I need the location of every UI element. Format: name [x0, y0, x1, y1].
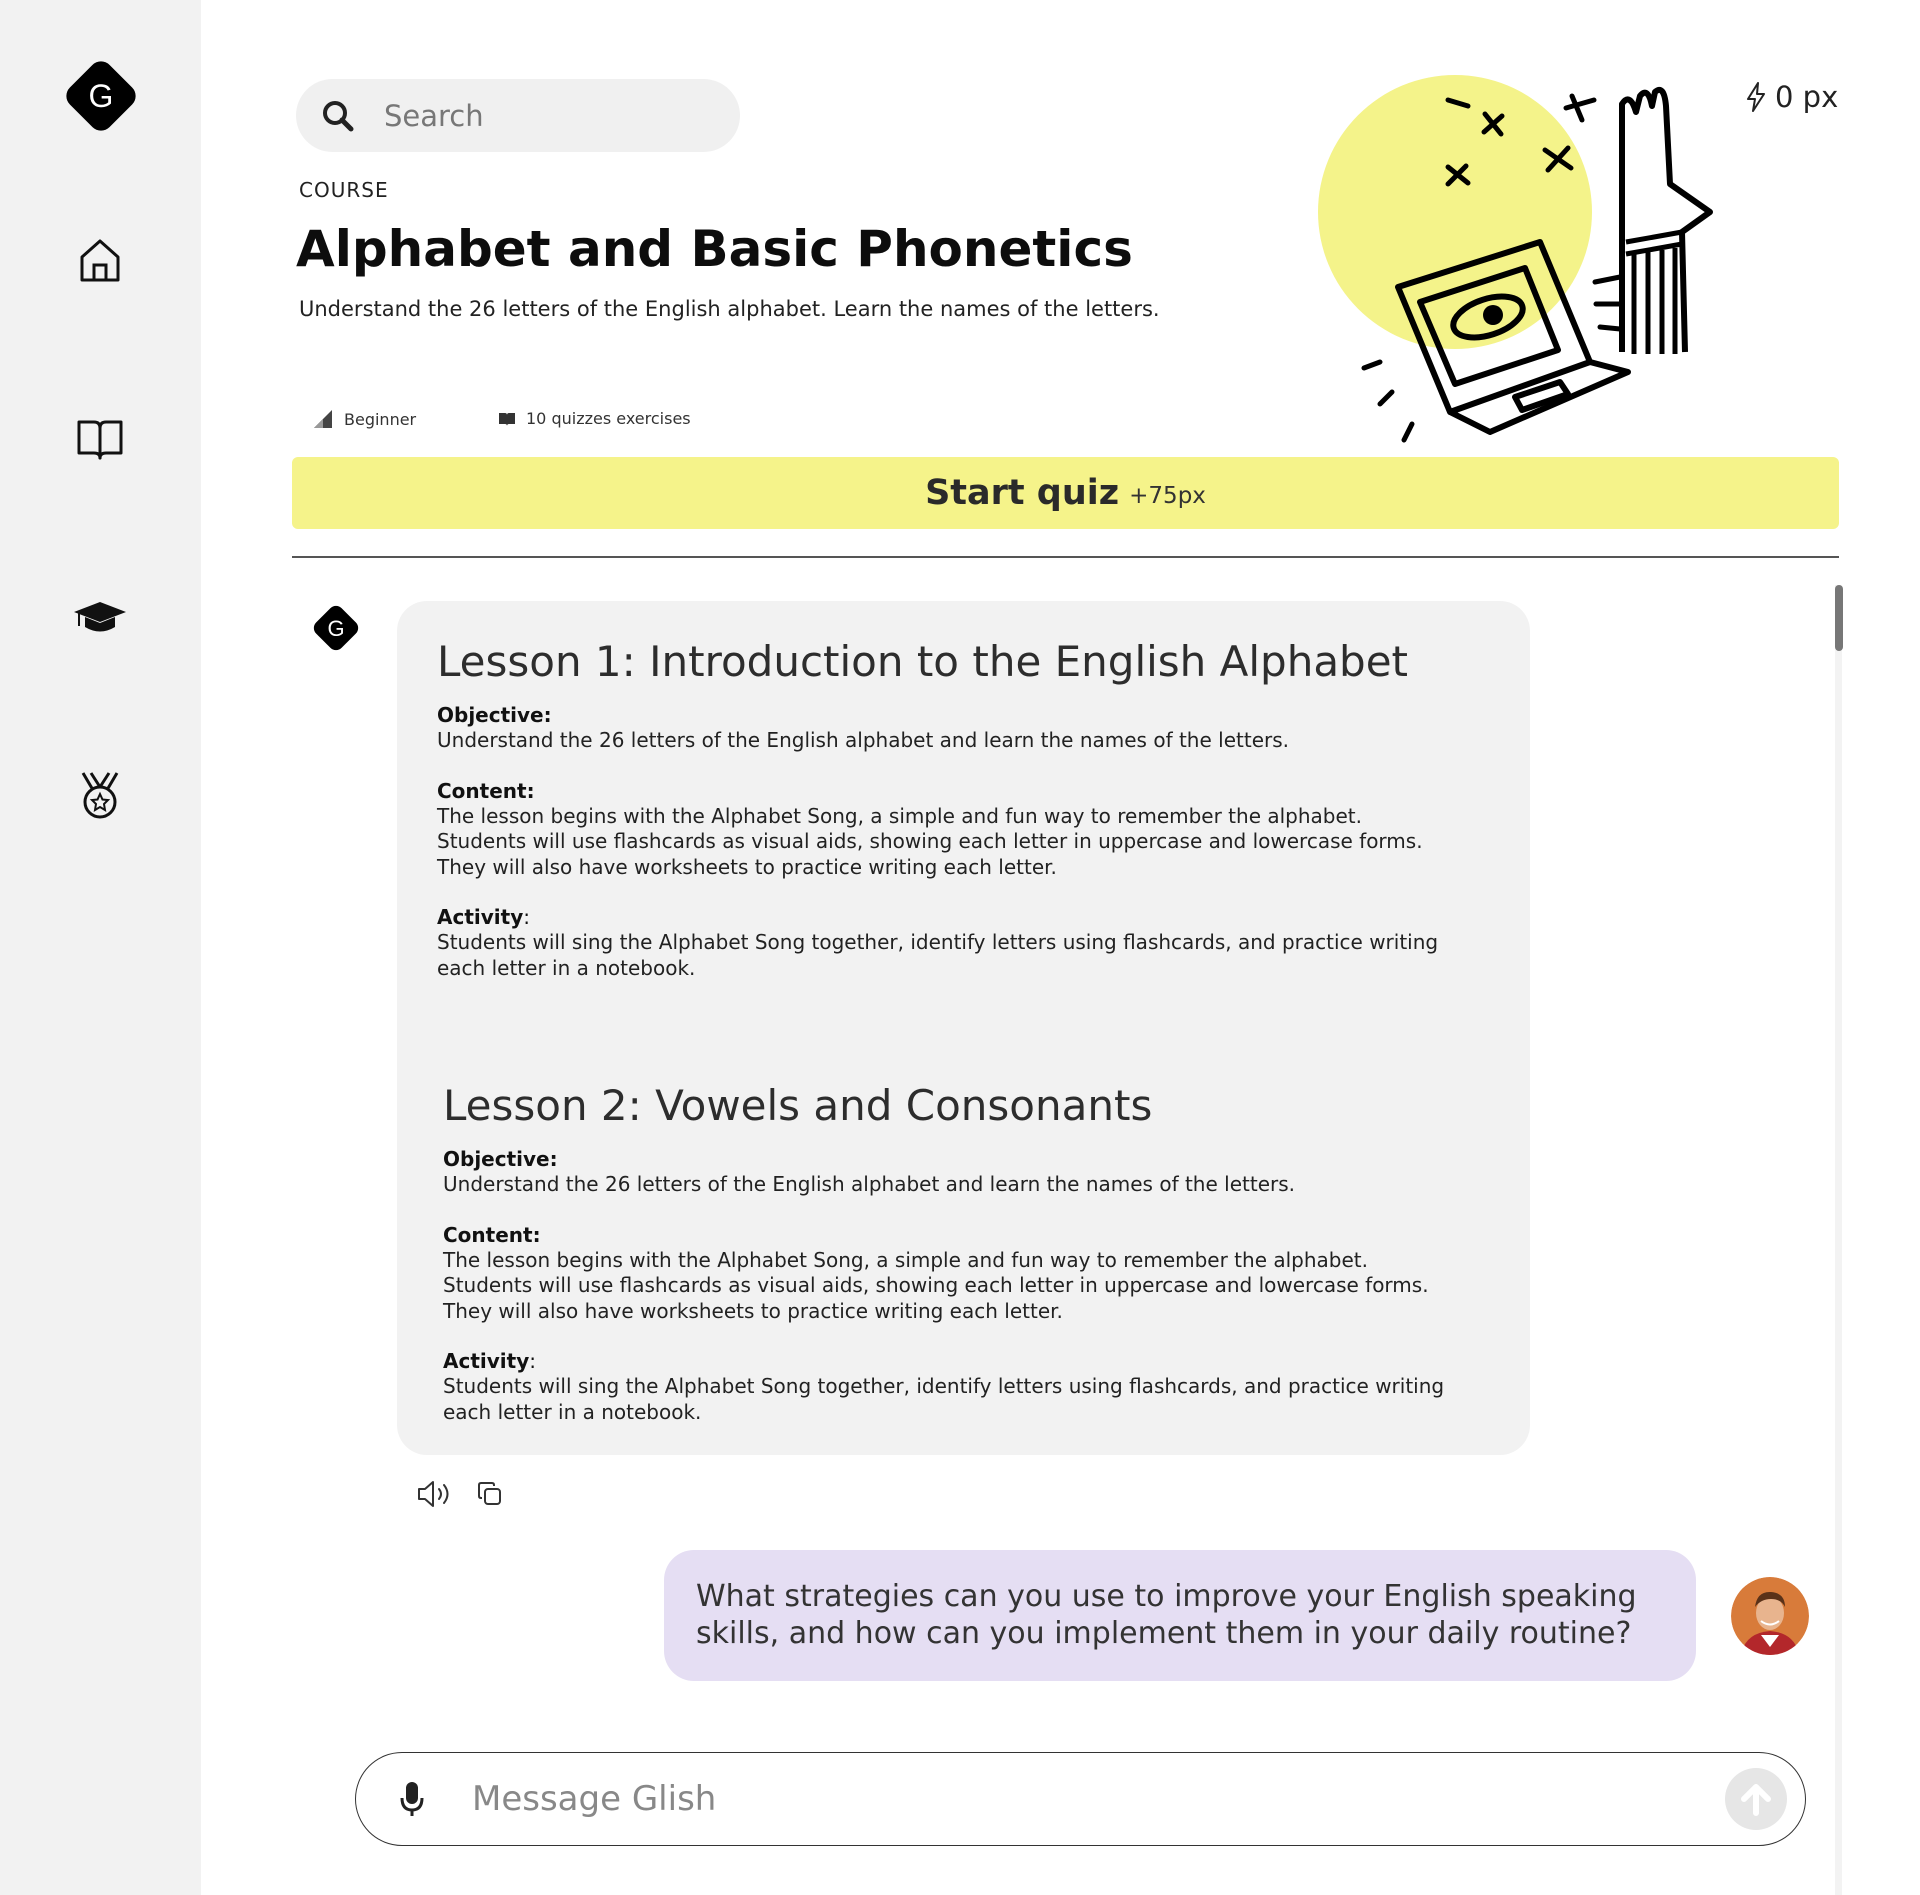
- quiz-count-badge: 10 quizzes exercises: [498, 409, 691, 428]
- arrow-up-icon: [1741, 1784, 1771, 1816]
- level-label: Beginner: [344, 409, 417, 429]
- read-aloud-button[interactable]: [416, 1476, 452, 1512]
- level-badge: Beginner: [312, 409, 416, 429]
- quiz-bonus: +75px: [1129, 483, 1206, 509]
- content-line: The lesson begins with the Alphabet Song…: [443, 1247, 1368, 1272]
- svg-text:G: G: [89, 78, 114, 114]
- content-line: They will also have worksheets to practi…: [437, 854, 1057, 879]
- lightning-icon: [1747, 82, 1765, 112]
- lesson-1: Lesson 1: Introduction to the English Al…: [437, 637, 1517, 981]
- points-counter: 0 px: [1745, 80, 1838, 114]
- section-divider: [292, 556, 1839, 558]
- assistant-message: Lesson 1: Introduction to the English Al…: [397, 601, 1530, 1455]
- sidebar: G: [0, 0, 201, 1895]
- content-line: Students will use flashcards as visual a…: [437, 829, 1423, 853]
- medal-icon: [81, 772, 119, 819]
- start-quiz-button[interactable]: Start quiz +75px: [292, 457, 1839, 529]
- message-input[interactable]: [470, 1778, 1674, 1820]
- lesson-title: Lesson 1: Introduction to the English Al…: [437, 637, 1409, 686]
- speaker-icon: [418, 1481, 449, 1507]
- user-message: What strategies can you use to improve y…: [664, 1550, 1696, 1681]
- graduation-cap-icon: [74, 602, 126, 632]
- signal-icon: [314, 410, 332, 428]
- quiz-count-label: 10 quizzes exercises: [526, 409, 691, 428]
- nav-courses[interactable]: [70, 409, 130, 469]
- objective-text: Understand the 26 letters of the English…: [443, 1172, 1295, 1196]
- microphone-button[interactable]: [394, 1779, 430, 1819]
- content-label: Content:: [443, 1222, 541, 1247]
- scrollbar-track[interactable]: [1835, 585, 1842, 1895]
- user-avatar[interactable]: [1731, 1577, 1809, 1655]
- user-message-line: What strategies can you use to improve y…: [696, 1579, 1637, 1614]
- lesson-2: Lesson 2: Vowels and Consonants Objectiv…: [443, 1081, 1523, 1425]
- message-composer[interactable]: [355, 1752, 1806, 1846]
- lesson-title: Lesson 2: Vowels and Consonants: [443, 1081, 1153, 1130]
- assistant-avatar: G: [313, 605, 359, 651]
- user-avatar-image: [1731, 1577, 1809, 1655]
- microphone-icon: [400, 1782, 424, 1816]
- svg-text:G: G: [327, 616, 344, 641]
- copy-button[interactable]: [472, 1476, 508, 1512]
- app-logo[interactable]: G: [62, 57, 140, 135]
- start-quiz-label: Start quiz: [925, 473, 1120, 513]
- home-icon: [80, 239, 120, 282]
- objective-label: Objective:: [443, 1147, 558, 1171]
- course-eyebrow: COURSE: [299, 178, 389, 202]
- objective-text: Understand the 26 letters of the English…: [437, 728, 1289, 752]
- logo-icon: G: [66, 61, 136, 131]
- activity-line: Students will sing the Alphabet Song tog…: [443, 1374, 1445, 1398]
- activity-label: Activity: [437, 905, 524, 929]
- book-icon: [77, 420, 123, 460]
- copy-icon: [478, 1482, 501, 1505]
- nav-achievements[interactable]: [70, 765, 130, 825]
- nav-learning[interactable]: [70, 588, 130, 648]
- course-illustration: [1318, 75, 1713, 443]
- search-placeholder[interactable]: Search: [384, 99, 484, 133]
- nav-home[interactable]: [70, 230, 130, 290]
- scrollbar-thumb[interactable]: [1835, 585, 1843, 651]
- points-value: 0 px: [1775, 80, 1839, 114]
- activity-label: Activity: [443, 1349, 530, 1373]
- search-icon: [323, 100, 354, 131]
- objective-label: Objective:: [437, 703, 552, 727]
- content-label: Content:: [437, 778, 535, 803]
- activity-line: Students will sing the Alphabet Song tog…: [437, 930, 1439, 954]
- activity-line: each letter in a notebook.: [443, 1399, 702, 1424]
- content-line: The lesson begins with the Alphabet Song…: [437, 803, 1362, 828]
- send-button[interactable]: [1725, 1768, 1787, 1830]
- course-subtitle: Understand the 26 letters of the English…: [299, 297, 1160, 321]
- user-message-line: skills, and how can you implement them i…: [696, 1616, 1632, 1651]
- content-line: Students will use flashcards as visual a…: [443, 1273, 1429, 1297]
- content-line: They will also have worksheets to practi…: [443, 1298, 1063, 1323]
- search-bar[interactable]: Search: [296, 79, 740, 152]
- book-small-icon: [499, 412, 515, 426]
- page-title: Alphabet and Basic Phonetics: [296, 220, 1133, 278]
- activity-line: each letter in a notebook.: [437, 955, 696, 980]
